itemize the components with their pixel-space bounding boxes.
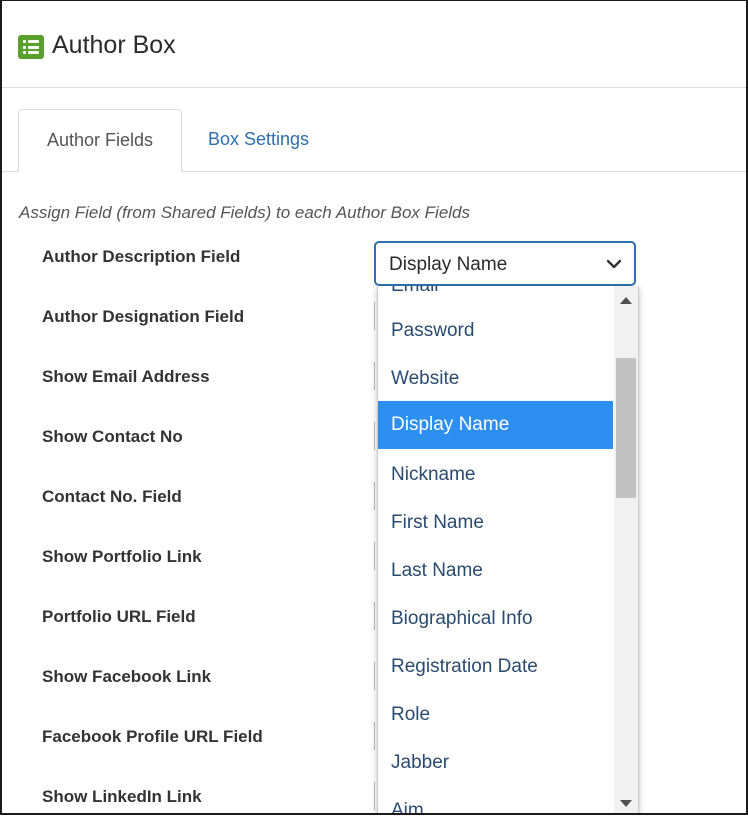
intro-text: Assign Field (from Shared Fields) to eac…	[19, 203, 471, 222]
list-icon	[18, 35, 44, 59]
page-title: Author Box	[52, 31, 176, 59]
chevron-down-icon	[606, 259, 622, 269]
tab-author-fields[interactable]: Author Fields	[18, 109, 182, 172]
dropdown-option-aim[interactable]: Aim	[378, 787, 613, 813]
scrollbar-thumb[interactable]	[616, 358, 636, 498]
field-label-author-description: Author Description Field	[42, 247, 241, 266]
tab-bar: Author Fields Box Settings	[2, 109, 746, 172]
dropdown-scrollbar[interactable]	[614, 286, 638, 813]
field-label-author-designation: Author Designation Field	[42, 307, 245, 326]
dropdown-option-jabber[interactable]: Jabber	[378, 739, 613, 787]
field-label-contact-field: Contact No. Field	[42, 487, 182, 506]
dropdown-option-first-name[interactable]: First Name	[378, 499, 613, 547]
field-label-show-facebook: Show Facebook Link	[42, 667, 212, 686]
author-box-panel: Author Box Author Fields Box Settings As…	[0, 0, 748, 815]
field-label-facebook-url: Facebook Profile URL Field	[42, 727, 263, 746]
tab-box-settings[interactable]: Box Settings	[208, 109, 309, 170]
dropdown-option-role[interactable]: Role	[378, 691, 613, 739]
field-label-show-email: Show Email Address	[42, 367, 210, 386]
dropdown-option-password[interactable]: Password	[378, 307, 613, 355]
dropdown-option-website[interactable]: Website	[378, 355, 613, 403]
field-label-show-portfolio: Show Portfolio Link	[42, 547, 202, 566]
select-value: Display Name	[389, 254, 508, 275]
author-description-select[interactable]: Display Name	[374, 241, 636, 286]
select-dropdown-list[interactable]: Email Password Website Display Name Nick…	[377, 286, 639, 813]
dropdown-option-biographical-info[interactable]: Biographical Info	[378, 595, 613, 643]
dropdown-option-last-name[interactable]: Last Name	[378, 547, 613, 595]
field-label-portfolio-url: Portfolio URL Field	[42, 607, 196, 626]
dropdown-option-display-name[interactable]: Display Name	[378, 401, 613, 449]
field-label-show-linkedin: Show LinkedIn Link	[42, 787, 202, 806]
field-label-show-contact: Show Contact No	[42, 427, 183, 446]
dropdown-option-nickname[interactable]: Nickname	[378, 451, 613, 499]
dropdown-option-registration-date[interactable]: Registration Date	[378, 643, 613, 691]
scroll-up-arrow-icon[interactable]	[620, 297, 632, 304]
scroll-down-arrow-icon[interactable]	[620, 800, 632, 807]
panel-header: Author Box	[2, 1, 746, 88]
